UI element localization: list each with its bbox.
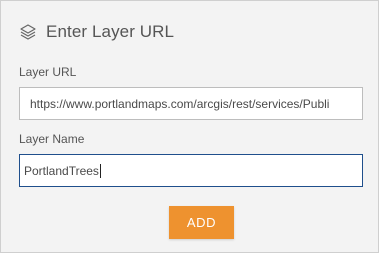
layer-name-input[interactable]: PortlandTrees (19, 154, 363, 187)
layers-icon (19, 23, 37, 41)
enter-layer-url-panel: Enter Layer URL Layer URL https://www.po… (0, 0, 379, 253)
layer-name-value: PortlandTrees (24, 163, 99, 178)
panel-title: Enter Layer URL (46, 22, 175, 41)
layer-url-input[interactable]: https://www.portlandmaps.com/arcgis/rest… (19, 87, 363, 120)
layer-url-value: https://www.portlandmaps.com/arcgis/rest… (30, 96, 330, 111)
layer-url-label: Layer URL (19, 65, 77, 79)
layer-name-label: Layer Name (19, 132, 85, 146)
add-button[interactable]: ADD (169, 206, 234, 239)
text-caret (99, 163, 101, 178)
panel-header: Enter Layer URL (19, 20, 174, 44)
